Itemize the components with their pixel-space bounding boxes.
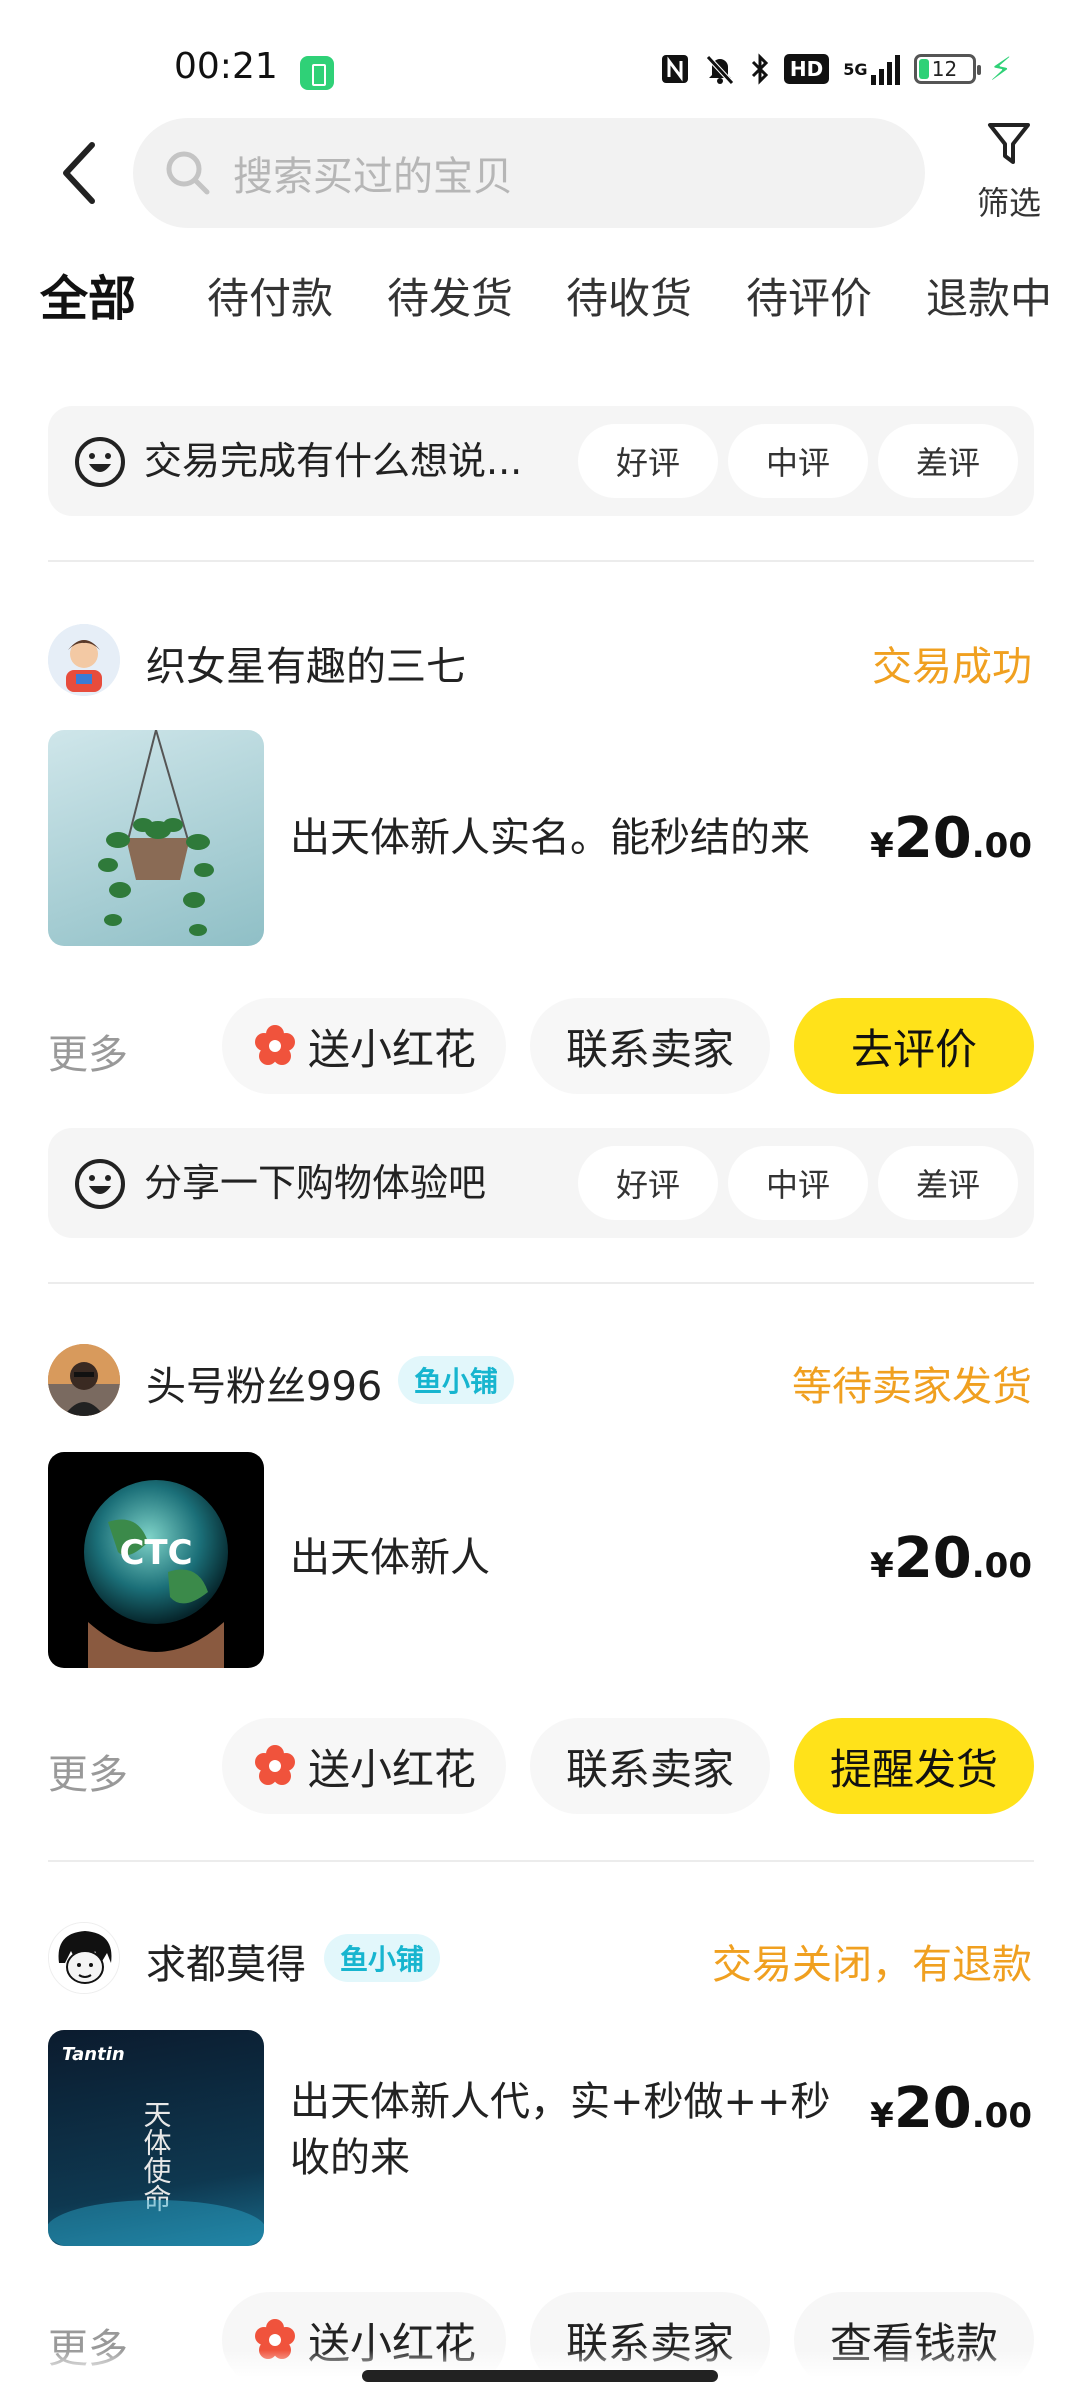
write-review-button[interactable]: 去评价 [794, 998, 1034, 1094]
battery-app-icon [300, 56, 334, 90]
order-status: 等待卖家发货 [792, 1364, 1032, 1410]
product-title[interactable]: 出天体新人实名。能秒结的来 [290, 810, 850, 866]
avatar[interactable] [48, 1922, 120, 1994]
tab-all[interactable]: 全部 [36, 264, 141, 334]
more-button[interactable]: 更多 [48, 1022, 128, 1080]
tab-label: 待评价 [746, 274, 873, 323]
smile-emoji-icon [75, 1159, 125, 1209]
rate-bad-button[interactable]: 差评 [878, 424, 1018, 498]
hd-icon: HD [783, 54, 830, 84]
avatar[interactable] [48, 1344, 120, 1416]
red-flower-icon [254, 1025, 295, 1065]
price-decimal: .00 [971, 1546, 1032, 1586]
product-image[interactable] [48, 730, 264, 946]
filter-icon [988, 123, 1030, 164]
price-decimal: .00 [971, 2096, 1032, 2136]
seller-name[interactable]: 头号粉丝996 [146, 1354, 382, 1412]
globe-image: CTC [84, 1480, 228, 1668]
seller-name[interactable]: 织女星有趣的三七 [146, 634, 466, 692]
rate-neutral-button[interactable]: 中评 [728, 1146, 868, 1220]
avatar[interactable] [48, 624, 120, 696]
tab-label: 全部 [40, 271, 137, 327]
review-prompt-bar: 交易完成有什么想说... 好评 中评 差评 [48, 406, 1034, 516]
product-image[interactable]: CTC [48, 1452, 264, 1668]
home-indicator[interactable] [362, 2370, 718, 2382]
tab-label: 退款中 [926, 274, 1053, 323]
shop-badge: 鱼小铺 [398, 1356, 515, 1404]
tab-label: 待发货 [387, 274, 514, 323]
charging-icon: ⚡ [989, 50, 1012, 88]
divider [48, 1282, 1034, 1284]
order-status: 交易成功 [872, 644, 1032, 690]
seller-name[interactable]: 求都莫得 [146, 1932, 306, 1990]
back-button[interactable] [50, 138, 106, 208]
bluetooth-icon [750, 52, 770, 86]
review-prompt-bar: 分享一下购物体验吧 好评 中评 差评 [48, 1128, 1034, 1238]
tab-pending-shipment[interactable]: 待发货 [387, 264, 513, 334]
tab-pending-payment[interactable]: 待付款 [207, 264, 333, 334]
tantin-poster-image: Tantin 天体使命 [48, 2044, 264, 2246]
send-flower-button[interactable]: 送小红花 [222, 998, 506, 1094]
price-integer: 20 [893, 806, 972, 871]
red-flower-icon [254, 1745, 295, 1785]
divider [48, 1860, 1034, 1862]
filter-button[interactable]: 筛选 [964, 120, 1054, 230]
price-integer: 20 [893, 1526, 972, 1591]
rate-good-button[interactable]: 好评 [578, 424, 718, 498]
status-time: 00:21 [174, 46, 278, 87]
send-flower-label: 送小红花 [307, 1024, 476, 1074]
status-bar: 00:21 HD 5G 12 ⚡ [0, 0, 1080, 110]
hanging-plant-image [98, 730, 214, 936]
contact-seller-button[interactable]: 联系卖家 [530, 998, 770, 1094]
product-title[interactable]: 出天体新人 [290, 1530, 850, 1586]
rate-neutral-button[interactable]: 中评 [728, 424, 868, 498]
tab-label: 待收货 [566, 274, 693, 323]
price-currency: ¥ [870, 1546, 894, 1586]
filter-label: 筛选 [976, 184, 1041, 222]
rate-bad-button[interactable]: 差评 [878, 1146, 1018, 1220]
divider [48, 560, 1034, 562]
price: ¥20.00 [870, 2076, 1032, 2141]
poster-title: 天体使命 [140, 2100, 173, 2212]
tab-pending-receipt[interactable]: 待收货 [566, 264, 692, 334]
meme-avatar-icon [49, 1923, 119, 1993]
contact-seller-button[interactable]: 联系卖家 [530, 1718, 770, 1814]
status-icons: HD 5G 12 ⚡ [660, 50, 1012, 88]
tab-label: 待付款 [207, 274, 334, 323]
search-placeholder: 搜索买过的宝贝 [233, 154, 513, 200]
cartoon-avatar-icon [48, 624, 120, 696]
price: ¥20.00 [870, 806, 1032, 871]
review-prompt-text: 分享一下购物体验吧 [144, 1161, 487, 1205]
search-icon [166, 151, 210, 195]
send-flower-button[interactable]: 送小红花 [222, 1718, 506, 1814]
mute-bell-icon [704, 52, 736, 86]
rate-good-button[interactable]: 好评 [578, 1146, 718, 1220]
remind-ship-button[interactable]: 提醒发货 [794, 1718, 1034, 1814]
chevron-left-icon [63, 142, 95, 204]
poster-brand: Tantin [62, 2044, 125, 2065]
photo-avatar-icon [48, 1344, 120, 1416]
product-image-text: CTC [119, 1533, 192, 1573]
order-status: 交易关闭，有退款 [712, 1942, 1032, 1988]
signal-5g-icon: 5G [843, 52, 900, 86]
order-tabs: 全部 待付款 待发货 待收货 待评价 退款中 [0, 264, 1080, 344]
search-input[interactable]: 搜索买过的宝贝 [133, 118, 925, 228]
battery-icon: 12 [913, 54, 981, 84]
tab-refunding[interactable]: 退款中 [926, 264, 1052, 334]
more-button[interactable]: 更多 [48, 1742, 128, 1800]
shop-badge: 鱼小铺 [324, 1934, 441, 1982]
product-image[interactable]: Tantin 天体使命 [48, 2030, 264, 2246]
product-title[interactable]: 出天体新人代，实+秒做++秒收的来 [290, 2074, 850, 2186]
battery-level: 12 [931, 57, 958, 81]
price-decimal: .00 [971, 826, 1032, 866]
price-currency: ¥ [870, 2096, 894, 2136]
send-flower-label: 送小红花 [307, 1744, 476, 1794]
price: ¥20.00 [870, 1526, 1032, 1591]
smile-emoji-icon [75, 437, 125, 487]
price-integer: 20 [893, 2076, 972, 2141]
review-prompt-text: 交易完成有什么想说... [144, 439, 523, 483]
nfc-icon [660, 52, 690, 86]
price-currency: ¥ [870, 826, 894, 866]
tab-pending-review[interactable]: 待评价 [746, 264, 872, 334]
